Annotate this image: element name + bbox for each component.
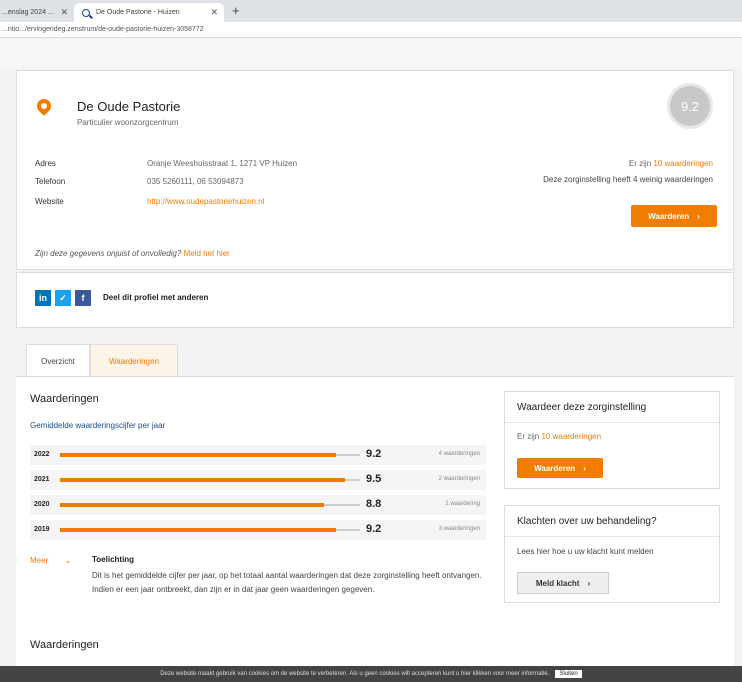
rating-bar [60, 503, 360, 507]
rate-box-button[interactable]: Waarderen › [517, 458, 603, 478]
rate-button[interactable]: Waarderen › [631, 205, 717, 227]
rate-box-link[interactable]: 10 waarderingen [541, 432, 601, 441]
location-pin-icon [34, 96, 54, 116]
section-title: Waarderingen [30, 393, 99, 405]
year-label: 2022 [34, 451, 50, 458]
more-toggle[interactable]: Meer ⌄ [30, 556, 71, 565]
more-label: Meer [30, 556, 49, 565]
chevron-right-icon: › [587, 578, 591, 588]
chevron-down-icon: ⌄ [64, 556, 72, 565]
cookie-close-button[interactable]: Sluiten [555, 670, 582, 678]
rating-bar-fill [60, 528, 336, 532]
year-row: 2021 9.5 2 waarderingen [30, 470, 486, 490]
rating-bar-fill [60, 453, 336, 457]
year-count: 3 waarderingen [438, 526, 480, 532]
search-icon [82, 8, 90, 17]
organization-card: De Oude Pastorie Particulier woonzorgcen… [16, 70, 734, 270]
year-score: 9.2 [366, 523, 382, 535]
wrong-data-notice: Zijn deze gegevens onjuist of onvolledig… [35, 249, 230, 258]
cookie-text: Deze website maakt gebruik van cookies o… [160, 671, 550, 677]
year-count: 1 waardering [445, 501, 480, 507]
divider [505, 536, 719, 537]
year-row: 2019 9.2 3 waarderingen [30, 520, 486, 540]
rating-bar [60, 478, 360, 482]
cookie-banner: Deze website maakt gebruik van cookies o… [0, 666, 742, 682]
year-row: 2020 8.8 1 waardering [30, 495, 486, 515]
rating-bar [60, 453, 360, 457]
year-count: 4 waarderingen [438, 451, 480, 457]
close-icon[interactable]: ✕ [60, 7, 68, 18]
explanation-title: Toelichting [92, 555, 135, 564]
phone-label: Telefoon [35, 177, 66, 186]
complaint-button[interactable]: Meld klacht › [517, 572, 609, 594]
organization-name: De Oude Pastorie [77, 99, 181, 114]
complaint-box: Klachten over uw behandeling? Lees hier … [504, 505, 720, 603]
ratings-count: Er zijn 10 waarderingen [629, 159, 713, 168]
facebook-icon[interactable]: f [75, 290, 91, 306]
browser-tab-inactive[interactable]: ...enslag 2024 ... ✕ [0, 3, 74, 22]
ratings-prefix: Er zijn [628, 159, 652, 168]
linkedin-icon[interactable]: in [35, 290, 51, 306]
rate-box: Waardeer deze zorginstelling Er zijn 10 … [504, 391, 720, 489]
browser-tab-label: De Oude Pastorie - Huizen [96, 9, 180, 16]
rating-bar-fill [60, 503, 324, 507]
explanation-text: Dit is het gemiddelde cijfer per jaar, o… [92, 571, 482, 594]
tab-ratings[interactable]: Waarderingen [90, 344, 178, 378]
rate-box-button-label: Waarderen [534, 463, 576, 473]
browser-tab-active[interactable]: De Oude Pastorie - Huizen ✕ [74, 3, 224, 22]
wrong-data-text: Zijn deze gegevens onjuist of onvolledig… [35, 249, 182, 258]
rating-bar-fill [60, 478, 345, 482]
new-tab-icon[interactable]: + [232, 3, 240, 18]
report-link[interactable]: Meld het hier [184, 249, 230, 258]
divider [505, 422, 719, 423]
tab-overview[interactable]: Overzicht [26, 344, 90, 377]
phone-value: 035 5260111, 06 53094873 [147, 177, 244, 186]
year-score: 9.5 [366, 473, 382, 485]
organization-type: Particulier woonzorgcentrum [77, 118, 179, 127]
year-score: 8.8 [366, 498, 382, 510]
address-value: Oranje Weeshuisstraat 1, 1271 VP Huizen [147, 159, 298, 168]
section-subtitle: Gemiddelde waarderingscijfer per jaar [30, 421, 166, 430]
rate-box-title: Waardeer deze zorginstelling [517, 402, 647, 413]
score-badge: 9.2 [667, 83, 713, 129]
rating-bar [60, 528, 360, 532]
browser-tab-label: ...enslag 2024 ... [2, 9, 54, 16]
ratings-link[interactable]: 10 waarderingen [653, 159, 713, 168]
year-count: 2 waarderingen [438, 476, 480, 482]
chevron-right-icon: › [697, 211, 700, 221]
address-bar[interactable]: ...ntio.../ervingendeg.zenstrum/de-oude-… [0, 22, 742, 38]
year-score: 9.2 [366, 448, 382, 460]
website-link[interactable]: http://www.oudepastoriehuizen.nl [147, 197, 264, 206]
share-card: in ✓ f Deel dit profiel met anderen [16, 272, 734, 328]
complaint-text: Lees hier hoe u uw klacht kunt melden [517, 547, 654, 556]
ratings-note: Deze zorginstelling heeft 4 weinig waard… [543, 175, 713, 184]
page-header-strip [0, 39, 742, 69]
browser-tabbar: ...enslag 2024 ... ✕ De Oude Pastorie - … [0, 0, 742, 22]
rate-box-prefix: Er zijn [517, 432, 540, 441]
rate-button-label: Waarderen [648, 211, 690, 221]
address-label: Adres [35, 159, 56, 168]
main-content: Waarderingen Gemiddelde waarderingscijfe… [16, 376, 734, 667]
page-tabs: Overzicht Waarderingen [16, 344, 734, 378]
chevron-right-icon: › [583, 463, 586, 473]
year-label: 2019 [34, 526, 50, 533]
share-text: Deel dit profiel met anderen [103, 293, 209, 302]
rate-box-count: Er zijn 10 waarderingen [517, 432, 601, 441]
complaint-box-title: Klachten over uw behandeling? [517, 516, 657, 527]
section-title-secondary: Waarderingen [30, 639, 99, 651]
twitter-icon[interactable]: ✓ [55, 290, 71, 306]
year-row: 2022 9.2 4 waarderingen [30, 445, 486, 465]
close-icon[interactable]: ✕ [210, 7, 218, 18]
year-label: 2021 [34, 476, 50, 483]
year-label: 2020 [34, 501, 50, 508]
complaint-button-label: Meld klacht [535, 578, 580, 588]
website-label: Website [35, 197, 64, 206]
